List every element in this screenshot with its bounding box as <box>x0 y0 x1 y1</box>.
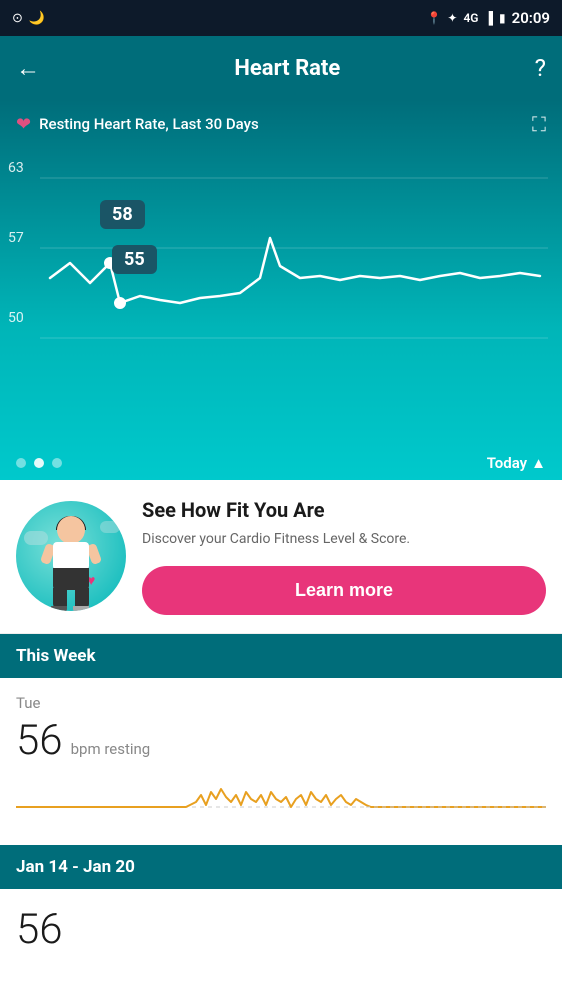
expand-icon[interactable]: ⛶ <box>532 112 546 136</box>
status-bar: ⊙ 🌙 📍 ✦ 4G ▐ ▮ 20:09 <box>0 0 562 36</box>
learn-more-button[interactable]: Learn more <box>142 566 546 615</box>
resting-label: ❤ Resting Heart Rate, Last 30 Days <box>16 114 259 135</box>
date-range-header: Jan 14 - Jan 20 <box>0 845 562 889</box>
figure-head <box>57 516 85 544</box>
chart-svg <box>0 148 562 440</box>
cardio-content: See How Fit You Are Discover your Cardio… <box>142 498 546 615</box>
today-arrow-icon: ▲ <box>531 454 546 472</box>
page-dots <box>16 458 62 468</box>
figure-body: ♥ <box>53 542 89 570</box>
bpm-value: 56 <box>16 716 63 765</box>
battery-icon: ▮ <box>499 11 506 25</box>
dot-2[interactable] <box>34 458 44 468</box>
bottom-bpm-row: 56 <box>0 889 562 954</box>
figure: ♥ <box>31 516 111 611</box>
page-title: Heart Rate <box>234 56 340 81</box>
location-icon: 📍 <box>426 11 441 25</box>
back-button[interactable]: ← <box>16 54 40 83</box>
cardio-title: See How Fit You Are <box>142 498 546 522</box>
tooltip-58: 58 <box>100 200 145 229</box>
app-header: ← Heart Rate ? <box>0 36 562 100</box>
figure-leg-left <box>53 588 67 608</box>
dot-1[interactable] <box>16 458 26 468</box>
signal-icon: ▐ <box>485 11 494 25</box>
status-right: 📍 ✦ 4G ▐ ▮ 20:09 <box>426 9 550 27</box>
week-day: Tue <box>16 694 546 712</box>
dot-3[interactable] <box>52 458 62 468</box>
cardio-fitness-card: ♥ See How Fit You Are Discover your Card… <box>0 480 562 634</box>
figure-shoe-left <box>51 606 67 611</box>
chart-subtitle: Resting Heart Rate, Last 30 Days <box>39 115 259 133</box>
chart-navigation: Today ▲ <box>0 454 562 472</box>
chart-label-row: ❤ Resting Heart Rate, Last 30 Days ⛶ <box>0 112 562 136</box>
status-left: ⊙ 🌙 <box>12 11 45 26</box>
cardio-avatar: ♥ <box>16 501 126 611</box>
today-button[interactable]: Today ▲ <box>487 454 546 472</box>
network-label: 4G <box>463 11 478 25</box>
moon-icon: 🌙 <box>29 11 45 26</box>
figure-pants <box>53 568 89 590</box>
help-button[interactable]: ? <box>535 54 546 82</box>
week-row: Tue 56 bpm resting <box>0 678 562 845</box>
sparkline <box>16 777 546 837</box>
bluetooth-icon: ✦ <box>447 11 457 25</box>
tooltip-55: 55 <box>112 245 157 274</box>
bpm-row: 56 bpm resting <box>16 716 546 765</box>
figure-leg-right <box>75 588 89 608</box>
cardio-description: Discover your Cardio Fitness Level & Sco… <box>142 530 546 550</box>
status-time: 20:09 <box>512 9 550 27</box>
figure-shoe-right <box>73 606 89 611</box>
chart-area: ❤ Resting Heart Rate, Last 30 Days ⛶ 63 … <box>0 100 562 480</box>
bpm-unit: bpm resting <box>71 740 151 758</box>
today-label-text: Today <box>487 454 527 472</box>
bottom-bpm-value: 56 <box>16 905 63 954</box>
this-week-header: This Week <box>0 634 562 678</box>
circle-icon: ⊙ <box>12 11 23 26</box>
heart-icon: ❤ <box>16 114 31 135</box>
